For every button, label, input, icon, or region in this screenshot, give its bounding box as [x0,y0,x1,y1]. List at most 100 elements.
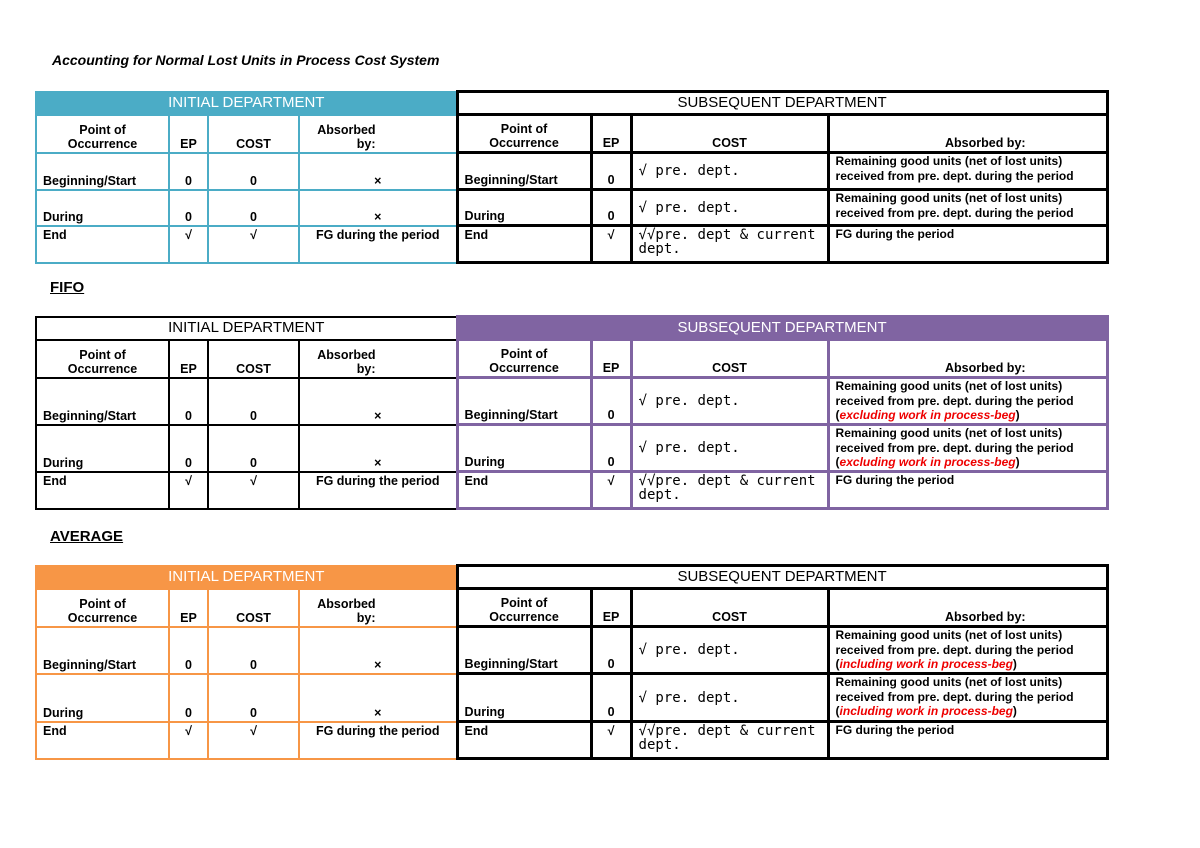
column-header: EP [589,587,633,628]
ep-cell: √ [589,720,633,760]
column-header: COST [207,338,300,379]
ep-cell: 0 [589,625,633,675]
point-of-occurrence: End [455,720,593,760]
absorbed-by-cell: FG during the period [297,720,459,760]
cost-cell: √ pre. dept. [629,188,830,227]
cost-cell: √√pre. dept & current dept. [629,470,830,510]
cost-cell: √ [207,470,300,510]
section-label-average: AVERAGE [50,528,124,545]
column-header: Point of Occurrence [35,113,170,154]
absorbed-by-cell: × [297,625,459,675]
cost-cell: √ [207,224,300,264]
column-header: Absorbed by: [297,587,459,628]
absorbed-by-note: excluding work in process-beg [839,455,1016,469]
absorbed-by-text: Remaining good units (net of lost units)… [835,628,1074,657]
ep-cell: √ [168,720,209,760]
point-of-occurrence: During [35,188,170,227]
table-row: End √ √ FG during the period End √ √√pre. dept… [35,720,1109,760]
table-row: Beginning/Start 0 0 × Beginning/Start 0 √ pre.… [35,625,1109,675]
point-of-occurrence: End [35,224,170,264]
absorbed-by-cell: × [297,151,459,191]
column-header: Absorbed by: [297,338,459,379]
lost-units-table: INITIAL DEPARTMENT SUBSEQUENT DEPARTMENT P… [34,564,1109,760]
absorbed-by-cell: FG during the period [297,470,459,510]
column-header: Absorbed by: [297,113,459,154]
absorbed-by-note: excluding work in process-beg [839,408,1016,422]
subsequent-department-header: SUBSEQUENT DEPARTMENT [455,315,1109,341]
cost-cell: √√pre. dept & current dept. [629,720,830,760]
table-row: Beginning/Start 0 0 × Beginning/Start 0 √ pre.… [35,376,1109,426]
column-header: EP [168,338,209,379]
column-header: Point of Occurrence [455,338,593,379]
cost-cell: 0 [207,672,300,723]
column-header: EP [589,113,633,154]
lost-units-table: INITIAL DEPARTMENT SUBSEQUENT DEPARTMENT P… [34,315,1109,510]
absorbed-by-cell: × [297,188,459,227]
ep-cell: 0 [589,188,633,227]
cost-cell: √ [207,720,300,760]
table-row: During 0 0 × During 0 √ pre. dept. Remaining go… [35,423,1109,473]
cost-cell: √ pre. dept. [629,376,830,426]
point-of-occurrence: Beginning/Start [35,376,170,426]
initial-department-header: INITIAL DEPARTMENT [34,90,459,116]
column-header: Point of Occurrence [455,113,593,154]
absorbed-by-cell: FG during the period [826,720,1109,760]
point-of-occurrence: During [35,672,170,723]
cost-cell: 0 [207,151,300,191]
column-header: Point of Occurrence [455,587,593,628]
absorbed-by-text: FG during the period [835,227,955,242]
point-of-occurrence: Beginning/Start [455,625,593,675]
column-header: EP [168,587,209,628]
ep-cell: 0 [168,625,209,675]
column-header: Point of Occurrence [35,587,170,628]
point-of-occurrence: End [455,470,593,510]
point-of-occurrence: End [35,720,170,760]
document-title: Accounting for Normal Lost Units in Proc… [52,52,440,68]
absorbed-by-text: Remaining good units (net of lost units)… [835,675,1074,704]
absorbed-by-cell: Remaining good units (net of lost units)… [826,151,1109,191]
ep-cell: 0 [168,151,209,191]
section-label-fifo: FIFO [50,279,85,296]
cost-cell: 0 [207,376,300,426]
absorbed-by-cell: FG during the period [297,224,459,264]
absorbed-by-text: Remaining good units (net of lost units)… [835,379,1074,408]
ep-cell: 0 [168,376,209,426]
table-row: Beginning/Start 0 0 × Beginning/Start 0 √ pre.… [35,151,1109,191]
absorbed-by-cell: FG during the period [826,470,1109,510]
subsequent-department-header: SUBSEQUENT DEPARTMENT [455,564,1109,590]
absorbed-by-text: Remaining good units (net of lost units)… [835,426,1074,455]
absorbed-by-cell: Remaining good units (net of lost units)… [826,188,1109,227]
ep-cell: 0 [589,376,633,426]
ep-cell: 0 [168,672,209,723]
absorbed-by-note: including work in process-beg [839,704,1013,718]
absorbed-by-text: FG during the period [835,473,955,488]
ep-cell: √ [589,470,633,510]
absorbed-by-cell: Remaining good units (net of lost units)… [826,625,1109,675]
column-header: COST [629,587,830,628]
table-row: During 0 0 × During 0 √ pre. dept. Remaining go… [35,188,1109,227]
point-of-occurrence: Beginning/Start [35,625,170,675]
ep-cell: √ [168,224,209,264]
ep-cell: √ [589,224,633,264]
subsequent-department-header: SUBSEQUENT DEPARTMENT [455,90,1109,116]
absorbed-by-cell: Remaining good units (net of lost units)… [826,672,1109,723]
ep-cell: 0 [589,423,633,473]
column-header: Absorbed by: [826,338,1109,379]
point-of-occurrence: End [455,224,593,264]
column-header: Point of Occurrence [35,338,170,379]
absorbed-by-text: Remaining good units (net of lost units)… [835,191,1074,220]
column-header: COST [629,338,830,379]
point-of-occurrence: Beginning/Start [455,376,593,426]
initial-department-header: INITIAL DEPARTMENT [34,315,459,341]
point-of-occurrence: During [455,188,593,227]
table-row: During 0 0 × During 0 √ pre. dept. Remaining go… [35,672,1109,723]
absorbed-by-cell: × [297,423,459,473]
column-header: COST [207,587,300,628]
absorbed-by-note: including work in process-beg [839,657,1013,671]
ep-cell: 0 [168,188,209,227]
absorbed-by-cell: FG during the period [826,224,1109,264]
absorbed-by-text: Remaining good units (net of lost units)… [835,154,1074,183]
absorbed-by-cell: × [297,376,459,426]
ep-cell: √ [168,470,209,510]
column-header: COST [629,113,830,154]
